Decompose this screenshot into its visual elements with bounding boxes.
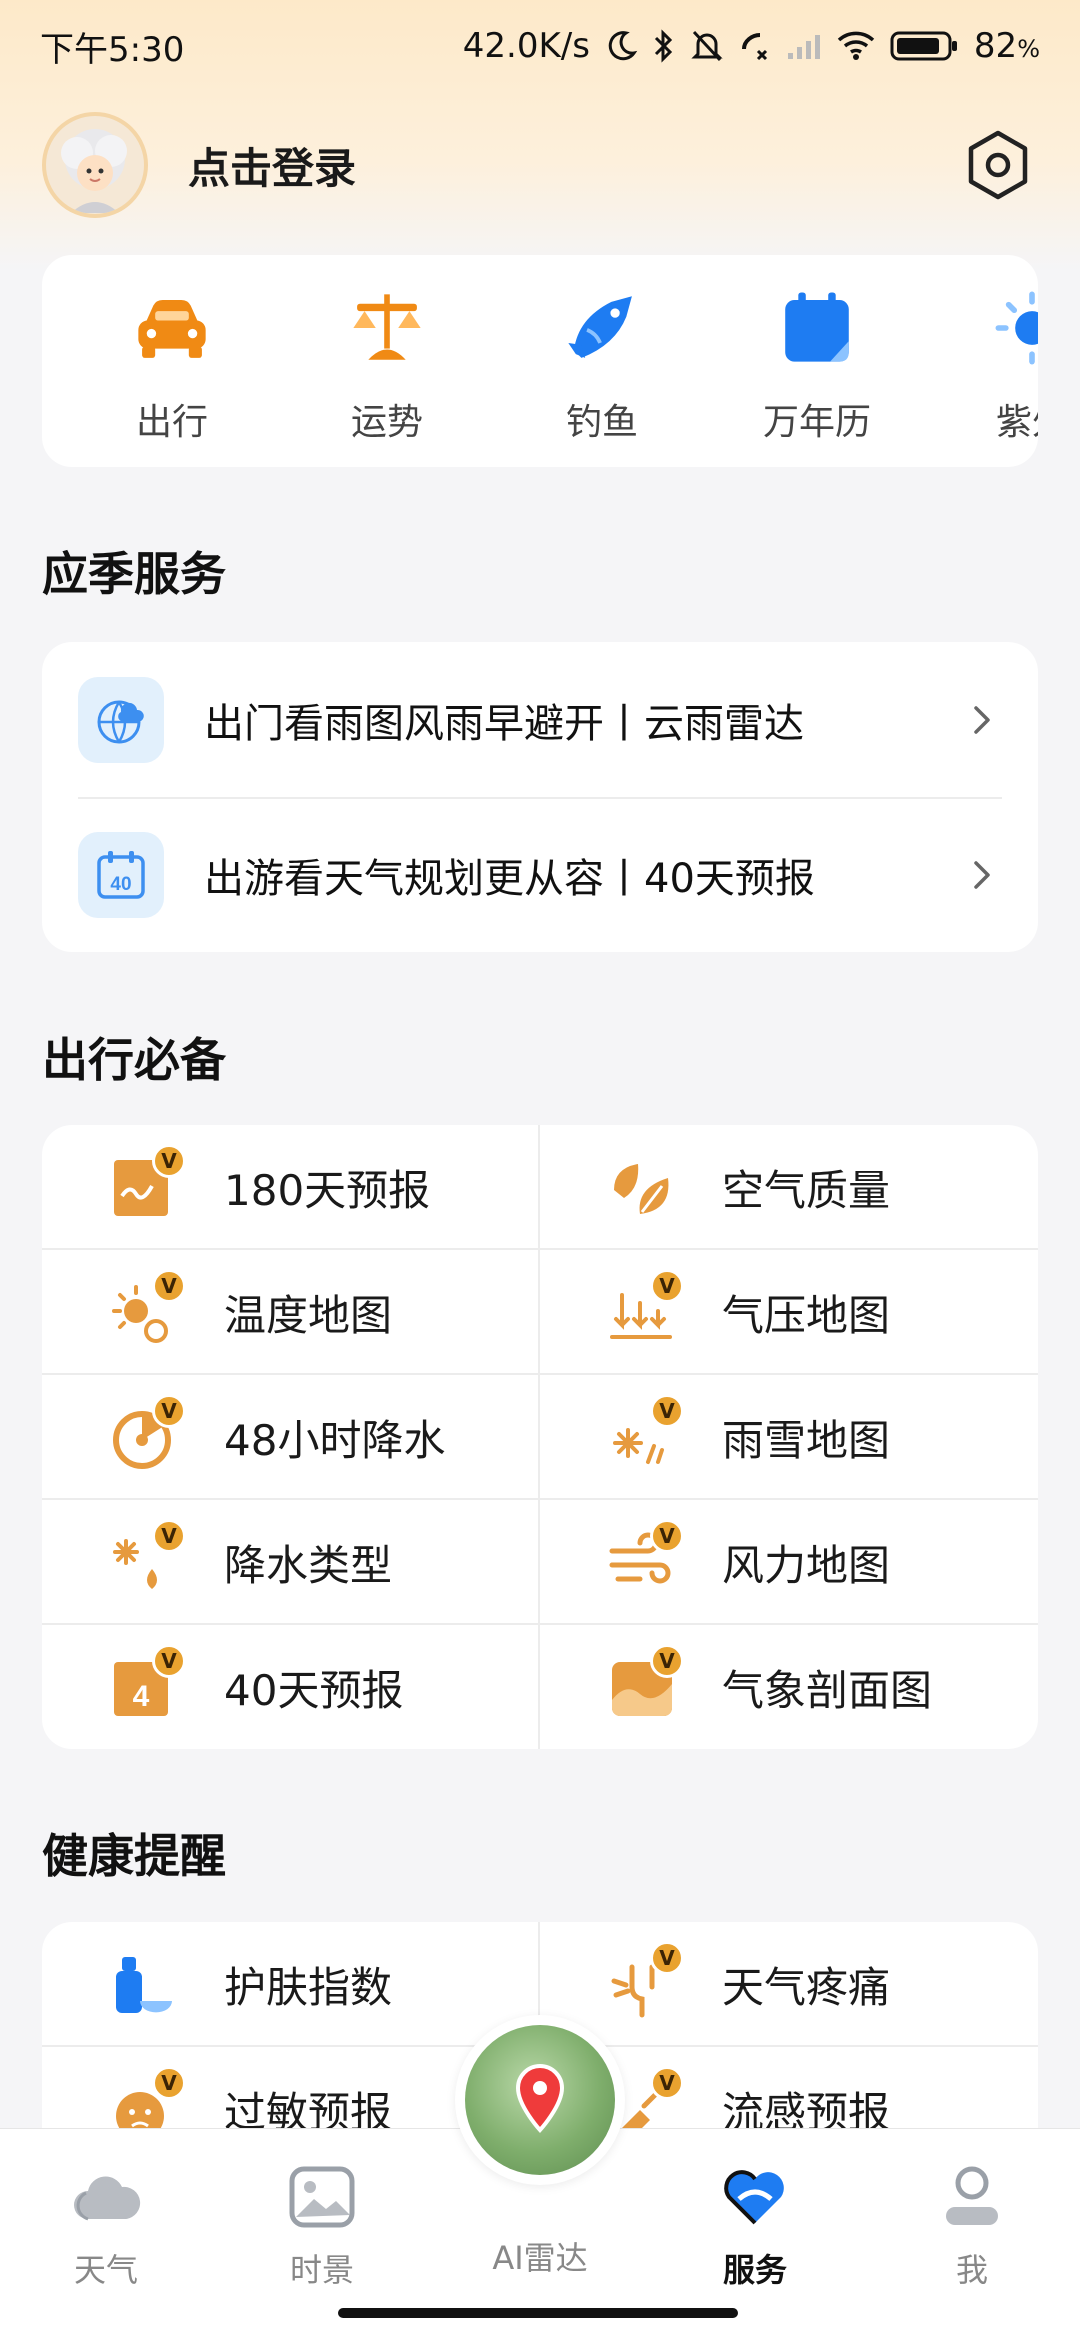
forecast-180-icon: V: [106, 1143, 186, 1226]
nav-tab-scenery[interactable]: 时景: [222, 2159, 422, 2299]
precipitation-type-icon: V: [106, 1518, 186, 1601]
grid-item-weather-pain[interactable]: V 天气疼痛: [540, 1922, 1038, 2047]
weather-profile-icon: V: [604, 1643, 684, 1726]
grid-item-temperature-map[interactable]: V 温度地图: [42, 1250, 540, 1375]
quick-link-uv[interactable]: 紫外: [942, 285, 1038, 445]
seasonal-item-radar[interactable]: 出门看雨图风雨早避开丨云雨雷达: [42, 642, 1038, 797]
rain-snow-map-icon: V: [604, 1393, 684, 1476]
uv-icon: [995, 291, 1038, 365]
car-icon: [138, 299, 206, 358]
nav-tab-services[interactable]: 服务: [655, 2159, 855, 2299]
login-link[interactable]: 点击登录: [188, 135, 356, 196]
fishing-icon: [568, 296, 632, 358]
avatar-icon: [61, 129, 127, 213]
chevron-right-icon: [974, 705, 990, 734]
cloud-icon: [74, 2176, 141, 2221]
settings-icon[interactable]: [960, 127, 1036, 203]
wifi-icon: [837, 31, 875, 60]
grid-item-skincare-index[interactable]: 护肤指数: [42, 1922, 540, 2047]
grid-item-rain-snow-map[interactable]: V 雨雪地图: [540, 1375, 1038, 1500]
cloud-rain-globe-icon: [78, 676, 164, 763]
bluetooth-icon: [654, 29, 673, 63]
net-speed: 42.0K/s: [462, 26, 590, 66]
section-title-health: 健康提醒: [42, 1829, 226, 1883]
grid-item-48-hour-precipitation[interactable]: V 48小时降水: [42, 1375, 540, 1500]
battery-level: 82%: [973, 26, 1040, 66]
grid-item-180-day-forecast[interactable]: V 180天预报: [42, 1125, 540, 1250]
nav-tab-ai-radar[interactable]: AI雷达: [440, 2233, 640, 2303]
quick-link-travel[interactable]: 出行: [82, 285, 262, 445]
calendar-icon: [785, 292, 849, 362]
call-icon: [741, 33, 767, 61]
avatar[interactable]: [42, 112, 148, 218]
grid-item-pressure-map[interactable]: V 气压地图: [540, 1250, 1038, 1375]
mute-bell-icon: [691, 30, 723, 62]
grid-item-wind-map[interactable]: V 风力地图: [540, 1500, 1038, 1625]
quick-links-card: 出行 运势 钓鱼 万年历 紫: [42, 255, 1038, 467]
grid-item-40-day-forecast[interactable]: 4 V 40天预报: [42, 1625, 540, 1749]
svg-text:4: 4: [133, 1680, 150, 1713]
seasonal-card: 出门看雨图风雨早避开丨云雨雷达 40 出游看天气规划更从容丨40天预报: [42, 642, 1038, 952]
calendar-40-icon: 40: [78, 831, 164, 918]
service-heart-icon: [724, 2170, 784, 2225]
forecast-40-icon: 4 V: [106, 1643, 186, 1726]
temperature-map-icon: V: [106, 1268, 186, 1351]
grid-item-weather-profile[interactable]: V 气象剖面图: [540, 1625, 1038, 1749]
nav-tab-weather[interactable]: 天气: [6, 2159, 206, 2299]
profile-header: 点击登录: [0, 105, 1080, 225]
travel-grid-card: V 180天预报 空气质量 V 温度地图 V 气压地图 V 48小时降水 V 雨…: [42, 1125, 1038, 1749]
home-indicator[interactable]: [338, 2308, 738, 2318]
section-title-travel: 出行必备: [42, 1033, 226, 1087]
fortune-icon: [353, 294, 421, 360]
quick-link-fortune[interactable]: 运势: [297, 285, 477, 445]
pressure-map-icon: V: [604, 1268, 684, 1351]
grid-item-precipitation-type[interactable]: V 降水类型: [42, 1500, 540, 1625]
precipitation-48h-icon: V: [106, 1393, 186, 1476]
location-pin-icon: [515, 2063, 565, 2133]
profile-icon: [946, 2166, 998, 2225]
picture-icon: [289, 2166, 355, 2228]
radar-map-thumbnail: [465, 2025, 615, 2175]
grid-item-air-quality[interactable]: 空气质量: [540, 1125, 1038, 1250]
seasonal-item-40day[interactable]: 40 出游看天气规划更从容丨40天预报: [42, 797, 1038, 952]
section-title-seasonal: 应季服务: [42, 547, 226, 601]
quick-link-fishing[interactable]: 钓鱼: [512, 285, 692, 445]
skincare-icon: [106, 1947, 182, 2023]
ai-radar-button[interactable]: [455, 2015, 625, 2185]
battery-icon: [890, 31, 957, 61]
quick-link-calendar[interactable]: 万年历: [727, 285, 907, 445]
nav-tab-me[interactable]: 我: [872, 2159, 1072, 2299]
weather-pain-icon: V: [604, 1940, 684, 2023]
status-time: 下午5:30: [40, 29, 185, 70]
signal-icon: [787, 35, 820, 59]
chevron-right-icon: [974, 860, 990, 889]
svg-text:40: 40: [110, 874, 131, 895]
air-quality-icon: [604, 1150, 680, 1226]
status-icons: 42.0K/s 82%: [463, 26, 1040, 66]
status-bar: 下午5:30 42.0K/s 82%: [0, 0, 1080, 92]
moon-icon: [608, 31, 638, 61]
wind-map-icon: V: [604, 1518, 684, 1601]
